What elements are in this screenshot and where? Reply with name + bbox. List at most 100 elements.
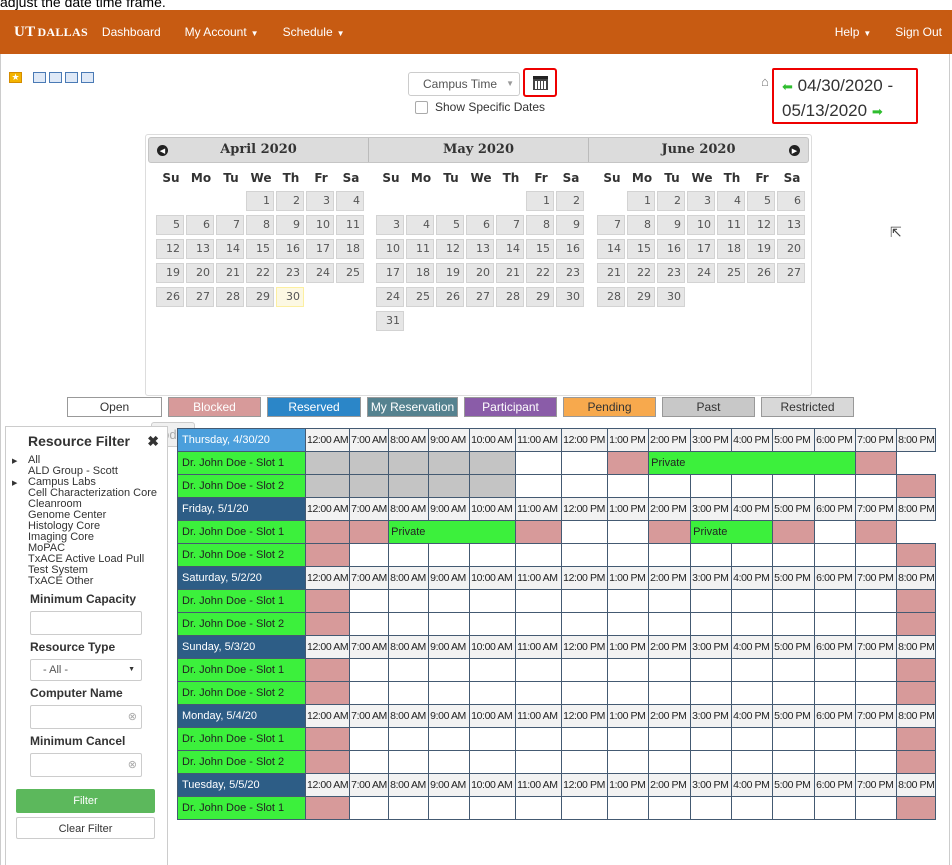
resource-name[interactable]: Dr. John Doe - Slot 1 [177, 727, 306, 751]
calendar-day[interactable]: 25 [406, 287, 434, 307]
slot-open[interactable] [515, 612, 563, 636]
calendar-day[interactable]: 5 [747, 191, 775, 211]
slot-open[interactable] [772, 727, 816, 751]
calendar-day[interactable]: 22 [246, 263, 274, 283]
nav-schedule[interactable]: Schedule ▼ [283, 25, 345, 39]
slot-open[interactable] [855, 543, 898, 567]
calendar-day[interactable]: 17 [687, 239, 715, 259]
slot-open[interactable] [388, 543, 430, 567]
resource-name[interactable]: Dr. John Doe - Slot 1 [177, 451, 306, 475]
slot-open[interactable] [772, 681, 816, 705]
slot-open[interactable] [814, 750, 857, 774]
calendar-day[interactable]: 15 [526, 239, 554, 259]
calendar-day[interactable]: 15 [246, 239, 274, 259]
calendar-day[interactable]: 29 [246, 287, 274, 307]
timezone-select[interactable]: Campus Time ▼ [408, 72, 520, 96]
slot-open[interactable] [561, 451, 609, 475]
slot-open[interactable] [814, 520, 857, 544]
calendar-day[interactable]: 4 [336, 191, 364, 211]
resource-item[interactable]: TxACE Other [18, 576, 167, 587]
slot-open[interactable] [428, 681, 471, 705]
calendar-day[interactable]: 10 [376, 239, 404, 259]
calendar-day[interactable]: 10 [687, 215, 715, 235]
slot-open[interactable] [731, 681, 774, 705]
slot-open[interactable] [469, 796, 517, 820]
calendar-day[interactable]: 3 [687, 191, 715, 211]
min-cancel-input[interactable]: ⊗ [30, 753, 142, 777]
slot-open[interactable] [814, 681, 857, 705]
resource-name[interactable]: Dr. John Doe - Slot 1 [177, 658, 306, 682]
slot-open[interactable] [388, 750, 430, 774]
calendar-day[interactable]: 6 [466, 215, 494, 235]
slot-open[interactable] [349, 796, 390, 820]
calendar-day[interactable]: 9 [276, 215, 304, 235]
slot-open[interactable] [731, 543, 774, 567]
calendar-day[interactable]: 22 [627, 263, 655, 283]
slot-open[interactable] [855, 681, 898, 705]
calendar-day[interactable]: 28 [597, 287, 625, 307]
slot-open[interactable] [648, 727, 692, 751]
calendar-day[interactable]: 15 [627, 239, 655, 259]
slot-open[interactable] [515, 589, 563, 613]
computer-name-input[interactable]: ⊗ [30, 705, 142, 729]
calendar-day[interactable]: 21 [216, 263, 244, 283]
calendar-day[interactable]: 8 [627, 215, 655, 235]
slot-open[interactable] [349, 727, 390, 751]
calendar-day[interactable]: 10 [306, 215, 334, 235]
slot-open[interactable] [814, 543, 857, 567]
slot-open[interactable] [469, 727, 517, 751]
calendar-day[interactable]: 1 [246, 191, 274, 211]
calendar-day[interactable]: 16 [276, 239, 304, 259]
slot-open[interactable] [469, 658, 517, 682]
slot-open[interactable] [772, 589, 816, 613]
slot-open[interactable] [648, 796, 692, 820]
resource-type-select[interactable]: - All - ▼ [30, 659, 142, 681]
calendar-day[interactable]: 18 [336, 239, 364, 259]
slot-open[interactable] [388, 612, 430, 636]
calendar-day[interactable]: 9 [657, 215, 685, 235]
slot-open[interactable] [561, 612, 609, 636]
calendar-day[interactable]: 26 [156, 287, 184, 307]
resource-name[interactable]: Dr. John Doe - Slot 1 [177, 589, 306, 613]
calendar-day[interactable]: 13 [466, 239, 494, 259]
calendar-day[interactable]: 28 [216, 287, 244, 307]
slot-open[interactable] [515, 796, 563, 820]
calendar-day[interactable]: 2 [657, 191, 685, 211]
slot-open[interactable] [731, 727, 774, 751]
slot-open[interactable] [607, 612, 650, 636]
slot-open[interactable] [561, 543, 609, 567]
slot-open[interactable] [349, 543, 390, 567]
slot-open[interactable] [648, 543, 692, 567]
nav-help[interactable]: Help ▼ [835, 25, 872, 39]
slot-open[interactable] [561, 727, 609, 751]
calendar-day[interactable]: 14 [597, 239, 625, 259]
calendar-day[interactable]: 16 [556, 239, 584, 259]
slot-open[interactable] [814, 612, 857, 636]
home-icon[interactable]: ⌂ [761, 74, 769, 89]
calendar-day[interactable]: 11 [406, 239, 434, 259]
slot-open[interactable] [469, 681, 517, 705]
calendar-day[interactable]: 30 [657, 287, 685, 307]
slot-open[interactable] [388, 796, 430, 820]
slot-open[interactable] [388, 658, 430, 682]
slot-open[interactable] [690, 796, 733, 820]
slot-open[interactable] [648, 750, 692, 774]
slot-open[interactable] [855, 474, 898, 498]
slot-open[interactable] [855, 612, 898, 636]
calendar-day[interactable]: 30 [556, 287, 584, 307]
slot-open[interactable] [607, 543, 650, 567]
close-icon[interactable]: ✖ [147, 433, 159, 450]
slot-open[interactable] [607, 474, 650, 498]
slot-open[interactable] [428, 750, 471, 774]
calendar-day[interactable]: 9 [556, 215, 584, 235]
calendar-day[interactable]: 7 [216, 215, 244, 235]
nav-my-account[interactable]: My Account ▼ [185, 25, 259, 39]
prev-month-icon[interactable]: ◀ [157, 145, 168, 156]
slot-open[interactable] [428, 612, 471, 636]
calendar-day[interactable]: 22 [526, 263, 554, 283]
calendar-day[interactable]: 18 [717, 239, 745, 259]
slot-open[interactable] [515, 727, 563, 751]
view-condensed-icon[interactable] [81, 72, 94, 83]
next-month-icon[interactable]: ▶ [789, 145, 800, 156]
slot-open[interactable] [428, 796, 471, 820]
